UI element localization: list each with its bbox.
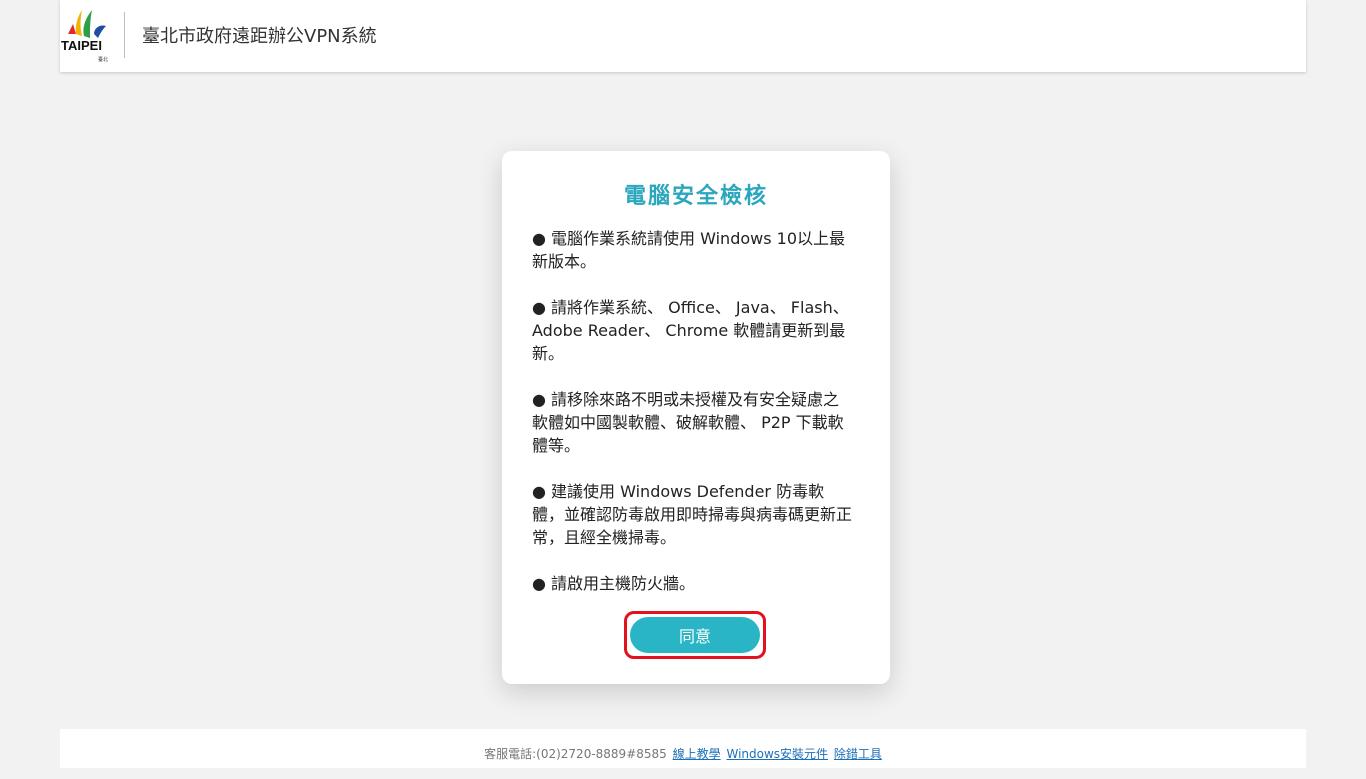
app-title: 臺北市政府遠距辦公VPN系統 — [142, 26, 377, 47]
card-title: 電腦安全檢核 — [623, 184, 768, 209]
link-debug-tool[interactable]: 除錯工具 — [834, 747, 882, 761]
security-check-card: 電腦安全檢核 ● 電腦作業系統請使用 Windows 10以上最新版本。 ● 請… — [502, 151, 890, 684]
footer-bar: 客服電話:(02)2720-8889#8585 線上教學 Windows安裝元件… — [60, 729, 1306, 768]
svg-text:TAIPEI: TAIPEI — [61, 38, 102, 53]
support-phone: 客服電話:(02)2720-8889#8585 — [484, 747, 667, 761]
check-item-antivirus: ● 建議使用 Windows Defender 防毒軟體，並確認防毒啟用即時掃毒… — [532, 482, 853, 547]
taipei-logo-icon: TAIPEI 臺北 — [61, 10, 108, 63]
agree-button[interactable]: 同意 — [630, 617, 760, 653]
check-item-update: ● 請將作業系統、 Office、 Java、 Flash、 Adobe Rea… — [532, 298, 849, 363]
link-windows-components[interactable]: Windows安裝元件 — [726, 747, 828, 761]
taipei-logo: TAIPEI 臺北 — [60, 4, 116, 66]
agree-button-highlight: 同意 — [624, 611, 766, 659]
svg-text:臺北: 臺北 — [98, 56, 108, 63]
check-item-firewall: ● 請啟用主機防火牆。 — [532, 574, 696, 593]
logo-divider — [124, 12, 125, 58]
check-item-remove-software: ● 請移除來路不明或未授權及有安全疑慮之軟體如中國製軟體、破解軟體、 P2P 下… — [532, 390, 844, 455]
check-item-os: ● 電腦作業系統請使用 Windows 10以上最新版本。 — [532, 229, 846, 271]
link-online-tutorial[interactable]: 線上教學 — [673, 747, 721, 761]
header-bar: TAIPEI 臺北 臺北市政府遠距辦公VPN系統 — [60, 0, 1306, 72]
